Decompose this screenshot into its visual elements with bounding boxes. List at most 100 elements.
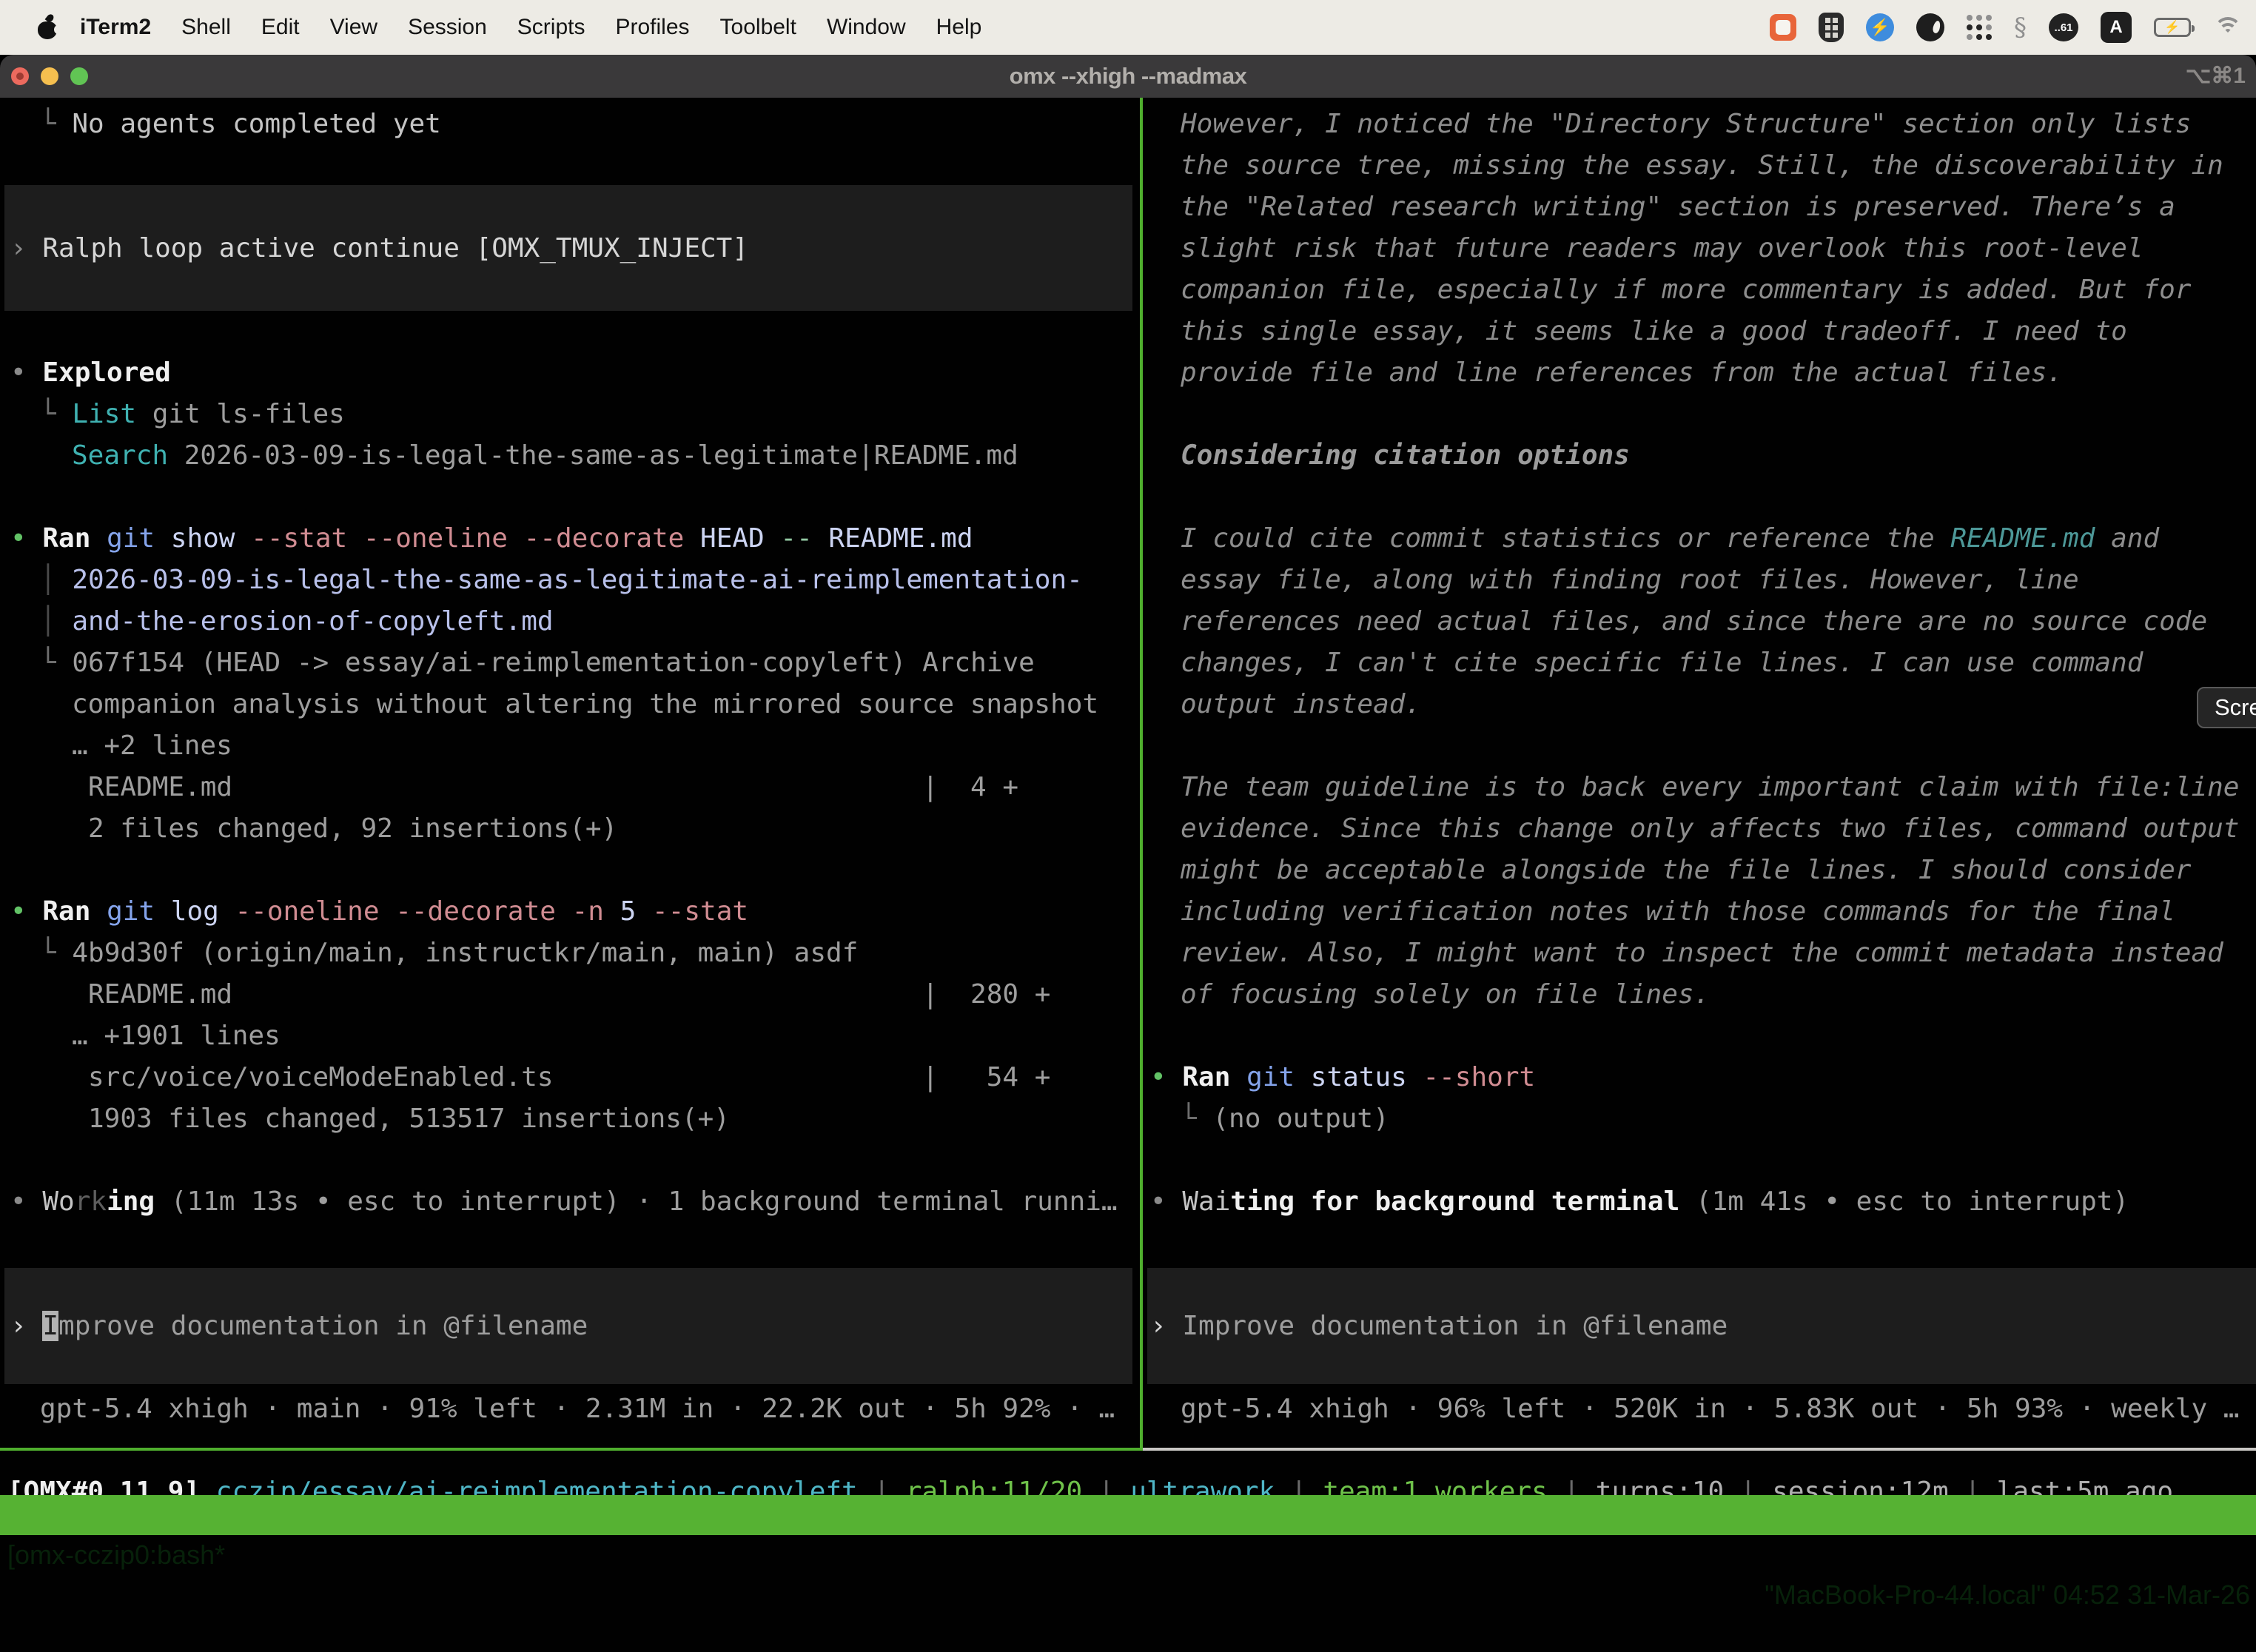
figure-icon[interactable]: § <box>2014 13 2027 42</box>
pane-divider[interactable] <box>1140 98 1143 1451</box>
terminal-text-segment: • <box>10 896 42 927</box>
chat-icon[interactable] <box>1770 14 1796 41</box>
window-shortcut-badge: ⌥⌘1 <box>2186 55 2246 98</box>
terminal-text-segment: output instead. <box>1181 689 1421 719</box>
terminal-text-segment: › <box>1150 1311 1182 1341</box>
terminal-text-segment: However, I noticed the "Directory Struct… <box>1181 109 2191 139</box>
terminal-text-segment: Search <box>72 440 168 471</box>
title-bar: omx --xhigh --madmax ⌥⌘1 <box>0 55 2256 98</box>
menu-item-toolbelt[interactable]: Toolbelt <box>720 15 796 40</box>
terminal-text-segment: --stat --oneline --decorate <box>251 523 700 554</box>
badge-61-icon[interactable]: ..61 <box>2049 13 2078 41</box>
terminal-text-segment: slight risk that future readers may over… <box>1181 233 2143 263</box>
terminal-line: changes, I can't cite specific file line… <box>1143 642 2256 684</box>
terminal-line: companion analysis without altering the … <box>0 684 1140 725</box>
terminal-line: I could cite commit statistics or refere… <box>1143 518 2256 560</box>
terminal-text-segment: README.md | 280 + <box>88 979 1050 1010</box>
terminal-text-segment: git <box>1246 1062 1311 1092</box>
tmux-host-clock: "MacBook-Pro-44.local" 04:52 31-Mar-26 <box>1765 1575 2250 1615</box>
dark-disc-icon[interactable] <box>1916 13 1944 41</box>
terminal-line: › Ralph loop active continue [OMX_TMUX_I… <box>0 228 1140 269</box>
terminal-text-segment: └ <box>1181 1104 1212 1134</box>
terminal-text-segment: • <box>1150 1186 1182 1217</box>
terminal-line: │ 2026-03-09-is-legal-the-same-as-legiti… <box>0 560 1140 601</box>
terminal-text-segment: 2 files changed, 92 insertions(+) <box>88 813 617 844</box>
terminal-text-segment: └ <box>40 399 72 429</box>
menu-item-scripts[interactable]: Scripts <box>517 15 585 40</box>
terminal-line: gpt-5.4 xhigh · 96% left · 520K in · 5.8… <box>1143 1389 2256 1430</box>
blue-badge-icon[interactable]: ⚡ <box>1866 13 1894 41</box>
terminal-text-segment: 5 <box>620 896 652 927</box>
terminal-line: … +1901 lines <box>0 1015 1140 1057</box>
terminal-line: README.md | 4 + <box>0 767 1140 808</box>
terminal-line: Considering citation options <box>1143 435 2256 477</box>
terminal-text-segment: Ran <box>1182 1062 1246 1092</box>
terminal-line: output instead. <box>1143 684 2256 725</box>
terminal-text-segment: ing <box>107 1186 155 1217</box>
terminal-text-segment: companion analysis without altering the … <box>72 689 1098 719</box>
terminal-text-segment: (1m 41s • esc to interrupt) <box>1679 1186 2129 1217</box>
terminal-text-segment: show <box>171 523 251 554</box>
menu-item-session[interactable]: Session <box>408 15 487 40</box>
terminal-line: evidence. Since this change only affects… <box>1143 808 2256 850</box>
terminal-text-segment: changes, I can't cite specific file line… <box>1181 648 2143 678</box>
terminal-text-segment: └ <box>40 109 72 139</box>
terminal-text-segment: might be acceptable alongside the file l… <box>1181 855 2191 885</box>
terminal-text-segment: 067f154 (HEAD -> essay/ai-reimplementati… <box>72 648 1034 678</box>
menu-bar: iTerm2 Shell Edit View Session Scripts Profile… <box>0 0 2256 55</box>
terminal-text-segment: I could cite commit statistics or refere… <box>1181 523 1950 554</box>
terminal-text-segment: Considering citation options <box>1181 440 1630 471</box>
menu-item-profiles[interactable]: Profiles <box>615 15 689 40</box>
terminal-text-segment: the source tree, missing the essay. Stil… <box>1181 150 2223 181</box>
terminal-text-segment: of focusing solely on file lines. <box>1181 979 1710 1010</box>
window-title: omx --xhigh --madmax <box>0 55 2256 98</box>
terminal-text-segment: Ran <box>42 523 107 554</box>
terminal-text-segment: › <box>10 1311 42 1341</box>
terminal-text-segment: the "Related research writing" section i… <box>1181 192 2175 222</box>
terminal-line: provide file and line references from th… <box>1143 352 2256 394</box>
terminal-text-segment: List <box>72 399 136 429</box>
terminal-line: essay file, along with finding root file… <box>1143 560 2256 601</box>
wifi-icon[interactable] <box>2213 16 2243 39</box>
menu-item-help[interactable]: Help <box>936 15 982 40</box>
terminal-line: the source tree, missing the essay. Stil… <box>1143 145 2256 187</box>
terminal-text-segment: Wai <box>1182 1186 1230 1217</box>
terminal-text-segment: (11m 13s • esc to interrupt) · 1 backgro… <box>155 1186 1117 1217</box>
terminal-line: companion file, especially if more comme… <box>1143 269 2256 311</box>
tmux-session-label[interactable]: [omx-cczip0:bash* <box>7 1535 225 1575</box>
terminal-line: references need actual files, and since … <box>1143 601 2256 642</box>
menu-item-shell[interactable]: Shell <box>181 15 231 40</box>
menu-item-view[interactable]: View <box>330 15 377 40</box>
terminal-text-segment: Wo <box>42 1186 74 1217</box>
terminal-line: this single essay, it seems like a good … <box>1143 311 2256 352</box>
terminal-line: └ 067f154 (HEAD -> essay/ai-reimplementa… <box>0 642 1140 684</box>
a-key-icon[interactable]: A <box>2101 12 2132 43</box>
terminal-text-segment: No agents completed yet <box>72 109 441 139</box>
terminal-text-segment: git ls-files <box>136 399 345 429</box>
apple-menu-icon[interactable] <box>37 15 58 40</box>
menu-item-edit[interactable]: Edit <box>261 15 300 40</box>
terminal-line: • Ran git show --stat --oneline --decora… <box>0 518 1140 560</box>
terminal-text-segment: provide file and line references from th… <box>1181 357 2063 388</box>
terminal-line: › Improve documentation in @filename <box>1143 1306 2256 1347</box>
terminal-text-segment: (no output) <box>1212 1104 1389 1134</box>
menu-item-window[interactable]: Window <box>827 15 906 40</box>
terminal-text-segment: companion file, especially if more comme… <box>1181 275 2191 305</box>
screen-share-button[interactable]: Scre <box>2197 687 2256 728</box>
shield-grid-icon[interactable] <box>1819 13 1844 42</box>
terminal-text-segment: git <box>107 896 171 927</box>
terminal-pane-right[interactable]: However, I noticed the "Directory Struct… <box>1143 98 2256 1448</box>
terminal-area: └ No agents completed yet › Ralph loop ac… <box>0 98 2256 1652</box>
battery-icon[interactable]: ⚡ <box>2154 18 2191 37</box>
dots-grid-icon[interactable] <box>1967 15 1992 40</box>
terminal-line: › Improve documentation in @filename <box>0 1306 1140 1347</box>
terminal-text-segment: src/voice/voiceModeEnabled.ts | 54 + <box>88 1062 1050 1092</box>
terminal-line: src/voice/voiceModeEnabled.ts | 54 + <box>0 1057 1140 1098</box>
terminal-text-segment: rk <box>75 1186 107 1217</box>
terminal-text-segment: … +1901 lines <box>72 1021 281 1051</box>
terminal-text-segment: git <box>107 523 171 554</box>
terminal-pane-left[interactable]: └ No agents completed yet › Ralph loop ac… <box>0 98 1140 1448</box>
terminal-text-segment: and-the-erosion-of-copyleft.md <box>72 606 553 637</box>
menu-item-app[interactable]: iTerm2 <box>80 15 151 40</box>
terminal-text-segment: I <box>42 1311 58 1341</box>
